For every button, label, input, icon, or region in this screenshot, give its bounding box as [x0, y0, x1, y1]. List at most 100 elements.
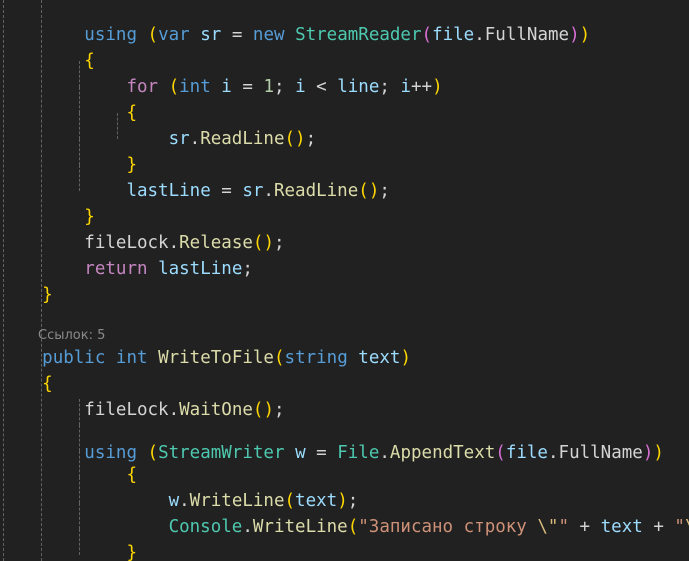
code-line[interactable]: fileLock.Release();: [0, 230, 689, 256]
code-token: (: [147, 25, 159, 45]
code-token: sr: [168, 129, 190, 149]
code-token: (: [252, 400, 264, 420]
code-token: AppendText: [389, 443, 496, 463]
code-line[interactable]: using (var sr = new StreamReader(file.Fu…: [0, 22, 689, 48]
code-token: .: [263, 181, 274, 201]
code-token: int: [115, 348, 148, 368]
code-token: +: [569, 517, 601, 537]
code-token: WriteToFile: [158, 348, 274, 368]
code-token: ): [569, 25, 580, 45]
code-token: fileLock: [84, 233, 169, 253]
code-line[interactable]: sr.ReadLine();: [0, 126, 689, 152]
codelens-reference-count[interactable]: Ссылок: 5: [38, 326, 689, 346]
code-line-container[interactable]: using (var sr = new StreamReader(file.Fu…: [0, 0, 689, 561]
code-token: }: [84, 207, 95, 227]
code-token: text: [600, 517, 643, 537]
code-token: ): [263, 233, 274, 253]
code-line[interactable]: return lastLine;: [0, 256, 689, 282]
code-line[interactable]: {: [0, 48, 689, 74]
code-token: =: [221, 25, 253, 45]
code-token: StreamReader: [295, 25, 422, 45]
code-token: using: [84, 443, 137, 463]
code-token: w: [168, 491, 180, 511]
code-token: {: [126, 465, 137, 485]
code-token: public: [42, 348, 106, 368]
code-token: lastLine: [158, 259, 243, 279]
code-token: WriteLine: [189, 491, 285, 511]
code-line[interactable]: w.WriteLine(text);: [0, 488, 689, 514]
code-token: {: [126, 103, 137, 123]
code-token: i: [295, 77, 306, 97]
code-token: (: [252, 233, 264, 253]
code-token: .: [168, 233, 180, 253]
code-line[interactable]: }: [0, 282, 689, 308]
code-token: (: [347, 517, 359, 537]
code-token: }: [126, 155, 137, 175]
code-token: WaitOne: [179, 400, 253, 420]
code-token: 1: [263, 77, 274, 97]
code-token: {: [42, 374, 53, 394]
code-token: fileLock: [84, 400, 169, 420]
code-token: File: [337, 443, 380, 463]
code-token: Console: [168, 517, 243, 537]
code-line[interactable]: for (int i = 1; i < line; i++): [0, 74, 689, 100]
code-token: (: [284, 129, 296, 149]
code-token: .: [168, 400, 180, 420]
code-line[interactable]: {: [0, 100, 689, 126]
code-line[interactable]: }: [0, 152, 689, 178]
code-token: }: [126, 543, 137, 561]
code-token: .: [379, 443, 390, 463]
code-token: Release: [179, 233, 253, 253]
code-token: file: [432, 25, 475, 45]
code-token: var: [158, 25, 190, 45]
code-token: (: [273, 348, 285, 368]
code-line[interactable]: }: [0, 540, 689, 561]
code-token: (: [421, 25, 433, 45]
code-line[interactable]: Console.WriteLine("Записано строку \"" +…: [0, 514, 689, 540]
code-token: {: [84, 51, 95, 71]
code-token: ): [337, 491, 348, 511]
code-token: return: [84, 259, 148, 279]
code-editor-viewport[interactable]: using (var sr = new StreamReader(file.Fu…: [0, 0, 689, 561]
code-token: ;: [379, 181, 390, 201]
code-token: \": [685, 517, 689, 537]
code-line[interactable]: {: [0, 371, 689, 397]
code-token: .: [242, 517, 253, 537]
code-line[interactable]: {: [0, 462, 689, 488]
code-line[interactable]: public int WriteToFile(string text): [0, 345, 689, 371]
code-token: ): [263, 400, 274, 420]
code-token: line: [337, 77, 380, 97]
code-token: .: [474, 25, 485, 45]
code-line[interactable]: }: [0, 204, 689, 230]
code-token: using: [84, 25, 137, 45]
code-token: ): [400, 348, 411, 368]
code-line[interactable]: lastLine = sr.ReadLine();: [0, 178, 689, 204]
code-line[interactable]: fileLock.WaitOne();: [0, 397, 689, 423]
code-token: ": [558, 517, 570, 537]
code-token: .: [189, 129, 201, 149]
code-token: =: [210, 181, 243, 201]
code-token: (: [147, 443, 159, 463]
code-token: ;: [274, 77, 296, 97]
code-token: ): [295, 129, 306, 149]
code-token: (: [358, 181, 369, 201]
code-token: ;: [274, 233, 285, 253]
